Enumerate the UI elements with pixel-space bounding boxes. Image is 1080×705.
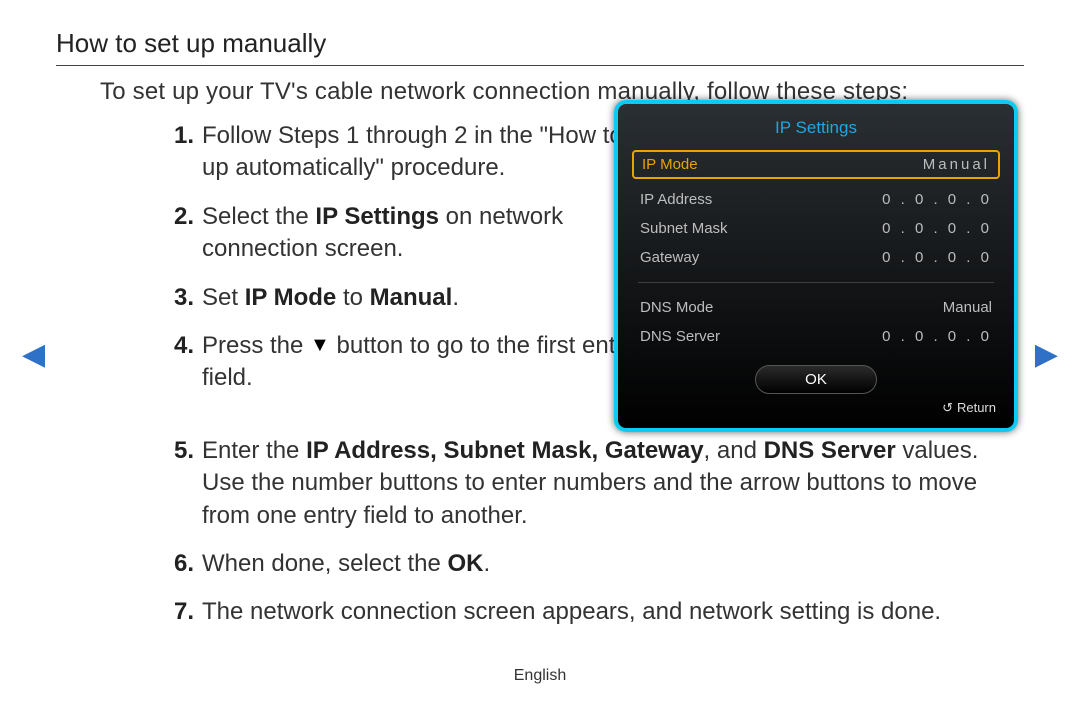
return-button[interactable]: ↺ Return <box>618 400 1014 416</box>
ok-hl: OK <box>447 550 483 577</box>
step-5: 5 Enter the IP Address, Subnet Mask, Gat… <box>154 435 1024 532</box>
step-3: 3 Set IP Mode to Manual. <box>154 282 672 314</box>
dns-server-row[interactable]: DNS Server 0 . 0 . 0 . 0 <box>618 322 1014 351</box>
row-value: 0 . 0 . 0 . 0 <box>882 220 992 237</box>
row-value: Manual <box>943 299 992 316</box>
row-label: DNS Server <box>640 328 720 345</box>
return-label: Return <box>957 400 996 415</box>
panel-divider <box>638 282 994 283</box>
manual-hl: Manual <box>370 284 453 311</box>
step-text: When done, select the <box>202 550 447 577</box>
dns-hl: DNS Server <box>764 437 896 464</box>
title-rule <box>56 65 1024 66</box>
step-text: . <box>483 550 490 577</box>
gateway-row[interactable]: Gateway 0 . 0 . 0 . 0 <box>618 243 1014 272</box>
down-arrow-icon: ▼ <box>310 332 330 359</box>
ip-settings-hl: IP Settings <box>315 203 439 230</box>
step-text: Follow Steps 1 through 2 in the "How to … <box>202 122 661 181</box>
return-icon: ↺ <box>942 400 953 416</box>
step-text: , and <box>704 437 764 464</box>
row-value: 0 . 0 . 0 . 0 <box>882 191 992 208</box>
row-value: 0 . 0 . 0 . 0 <box>882 328 992 345</box>
fields-hl: IP Address, Subnet Mask, Gateway <box>306 437 703 464</box>
step-2: 2 Select the IP Settings on network conn… <box>154 201 672 266</box>
step-4: 4 Press the ▼ button to go to the first … <box>154 330 672 395</box>
step-number: 2 <box>154 201 194 233</box>
step-number: 3 <box>154 282 194 314</box>
dns-mode-row[interactable]: DNS Mode Manual <box>618 293 1014 322</box>
row-label: DNS Mode <box>640 299 713 316</box>
row-label: Subnet Mask <box>640 220 728 237</box>
prev-page-arrow-icon[interactable]: ◀ <box>22 340 45 370</box>
step-text: Enter the <box>202 437 306 464</box>
panel-title: IP Settings <box>618 118 1014 138</box>
ip-mode-hl: IP Mode <box>245 284 337 311</box>
ip-settings-panel: IP Settings IP Mode Manual IP Address 0 … <box>614 100 1018 432</box>
step-text: to <box>336 284 369 311</box>
next-page-arrow-icon[interactable]: ▶ <box>1035 340 1058 370</box>
step-6: 6 When done, select the OK. <box>154 548 1024 580</box>
row-value: 0 . 0 . 0 . 0 <box>882 249 992 266</box>
step-number: 5 <box>154 435 194 467</box>
step-text: . <box>452 284 459 311</box>
step-number: 4 <box>154 330 194 362</box>
step-text: Press the <box>202 332 310 359</box>
ip-mode-label: IP Mode <box>642 156 698 173</box>
step-text: The network connection screen appears, a… <box>202 598 941 625</box>
step-text: Select the <box>202 203 315 230</box>
ip-address-row[interactable]: IP Address 0 . 0 . 0 . 0 <box>618 185 1014 214</box>
step-text: Set <box>202 284 245 311</box>
step-7: 7 The network connection screen appears,… <box>154 596 1024 628</box>
page-title: How to set up manually <box>56 28 1024 59</box>
step-number: 7 <box>154 596 194 628</box>
step-1: 1 Follow Steps 1 through 2 in the "How t… <box>154 120 672 185</box>
step-number: 6 <box>154 548 194 580</box>
ip-mode-value: Manual <box>923 156 990 173</box>
footer-language: English <box>0 667 1080 685</box>
step-number: 1 <box>154 120 194 152</box>
ok-button[interactable]: OK <box>755 365 877 394</box>
row-label: IP Address <box>640 191 712 208</box>
row-label: Gateway <box>640 249 699 266</box>
subnet-mask-row[interactable]: Subnet Mask 0 . 0 . 0 . 0 <box>618 214 1014 243</box>
ip-mode-row[interactable]: IP Mode Manual <box>632 150 1000 179</box>
